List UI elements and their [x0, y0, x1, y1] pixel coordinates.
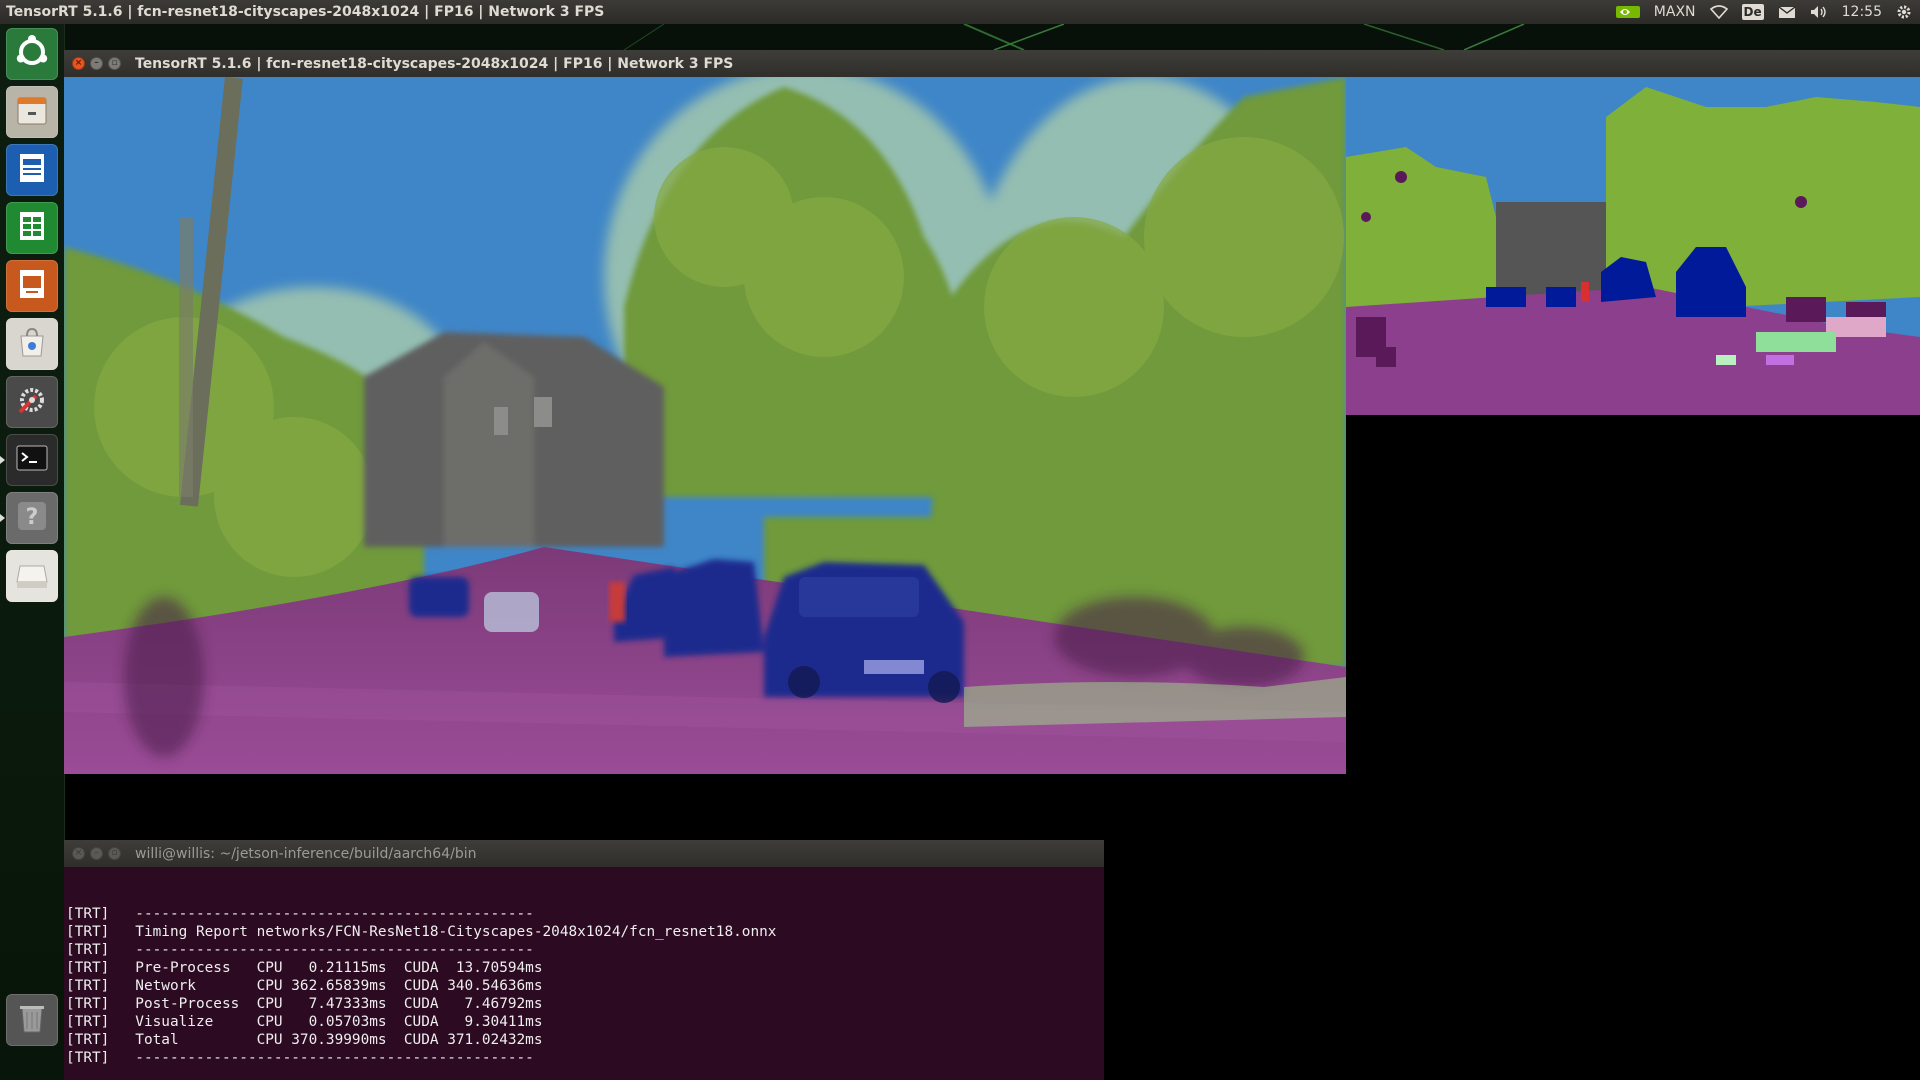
launcher-item-trash[interactable] [6, 994, 58, 1046]
terminal-line: [TRT] Visualize CPU 0.05703ms CUDA 9.304… [66, 1014, 543, 1030]
disk-icon [14, 556, 50, 596]
terminal-maximize-button[interactable]: ▫ [108, 847, 121, 860]
svg-text:?: ? [26, 505, 39, 530]
running-indicator [0, 456, 5, 464]
terminal-lines: [TRT] ----------------------------------… [66, 905, 776, 1067]
terminal-line: [TRT] Timing Report networks/FCN-ResNet1… [66, 924, 777, 940]
shopping-bag-icon [14, 324, 50, 364]
desktop-background [64, 24, 1920, 50]
launcher-item-calc[interactable] [6, 202, 58, 254]
launcher-item-software-center[interactable] [6, 318, 58, 370]
main-window-titlebar[interactable]: × – ▫ TensorRT 5.1.6 | fcn-resnet18-city… [64, 50, 1920, 77]
main-window-title: TensorRT 5.1.6 | fcn-resnet18-cityscapes… [135, 55, 734, 72]
maximize-button[interactable]: ▫ [108, 57, 121, 70]
active-window-title: TensorRT 5.1.6 | fcn-resnet18-cityscapes… [6, 4, 605, 20]
launcher-item-dash-home[interactable] [6, 28, 58, 80]
launcher-item-system-settings[interactable] [6, 376, 58, 428]
terminal-line: [TRT] ----------------------------------… [66, 906, 534, 922]
terminal-line: [TRT] Network CPU 362.65839ms CUDA 340.5… [66, 978, 543, 994]
power-mode-label[interactable]: MAXN [1654, 4, 1696, 20]
terminal-minimize-button[interactable]: – [90, 847, 103, 860]
help-icon: ? [14, 498, 50, 538]
nvidia-icon[interactable] [1615, 4, 1640, 20]
top-panel: TensorRT 5.1.6 | fcn-resnet18-cityscapes… [0, 0, 1920, 24]
launcher-item-impress[interactable] [6, 260, 58, 312]
wifi-icon[interactable] [1709, 5, 1728, 19]
terminal-line: [TRT] Pre-Process CPU 0.21115ms CUDA 13.… [66, 960, 543, 976]
terminal-line: [TRT] Total CPU 370.39990ms CUDA 371.024… [66, 1032, 543, 1048]
running-indicator [0, 514, 5, 522]
segmentation-mask-view [1346, 77, 1920, 415]
file-cabinet-icon [14, 92, 50, 132]
launcher-item-writer[interactable] [6, 144, 58, 196]
trash-icon [14, 1000, 50, 1040]
terminal-output[interactable]: [TRT] ----------------------------------… [64, 867, 1104, 1080]
segmentation-overlay-view [64, 77, 1346, 774]
minimize-button[interactable]: – [90, 57, 103, 70]
tools-icon [14, 382, 50, 422]
launcher: ? [0, 24, 65, 1080]
clock[interactable]: 12:55 [1842, 4, 1882, 20]
terminal-icon [14, 440, 50, 480]
terminal-titlebar[interactable]: × – ▫ willi@willis: ~/jetson-inference/b… [64, 840, 1104, 867]
settings-gear-icon[interactable] [1896, 4, 1912, 20]
ubuntu-logo-icon [14, 34, 50, 74]
terminal-close-button[interactable]: × [72, 847, 85, 860]
launcher-item-files[interactable] [6, 86, 58, 138]
terminal-line: [TRT] ----------------------------------… [66, 1050, 534, 1066]
spreadsheet-icon [14, 208, 50, 248]
mail-icon[interactable] [1778, 5, 1796, 19]
terminal-line: [TRT] Post-Process CPU 7.47333ms CUDA 7.… [66, 996, 543, 1012]
keyboard-layout-icon[interactable]: De [1741, 4, 1764, 20]
launcher-item-help[interactable]: ? [0, 492, 58, 544]
launcher-item-drive[interactable] [6, 550, 58, 602]
indicator-area: MAXN De 12:55 [1615, 4, 1920, 20]
document-icon [14, 150, 50, 190]
presentation-icon [14, 266, 50, 306]
close-button[interactable]: × [72, 57, 85, 70]
volume-icon[interactable] [1810, 5, 1828, 19]
launcher-item-terminal[interactable] [0, 434, 58, 486]
terminal-title: willi@willis: ~/jetson-inference/build/a… [135, 845, 477, 862]
terminal-line: [TRT] ----------------------------------… [66, 942, 534, 958]
